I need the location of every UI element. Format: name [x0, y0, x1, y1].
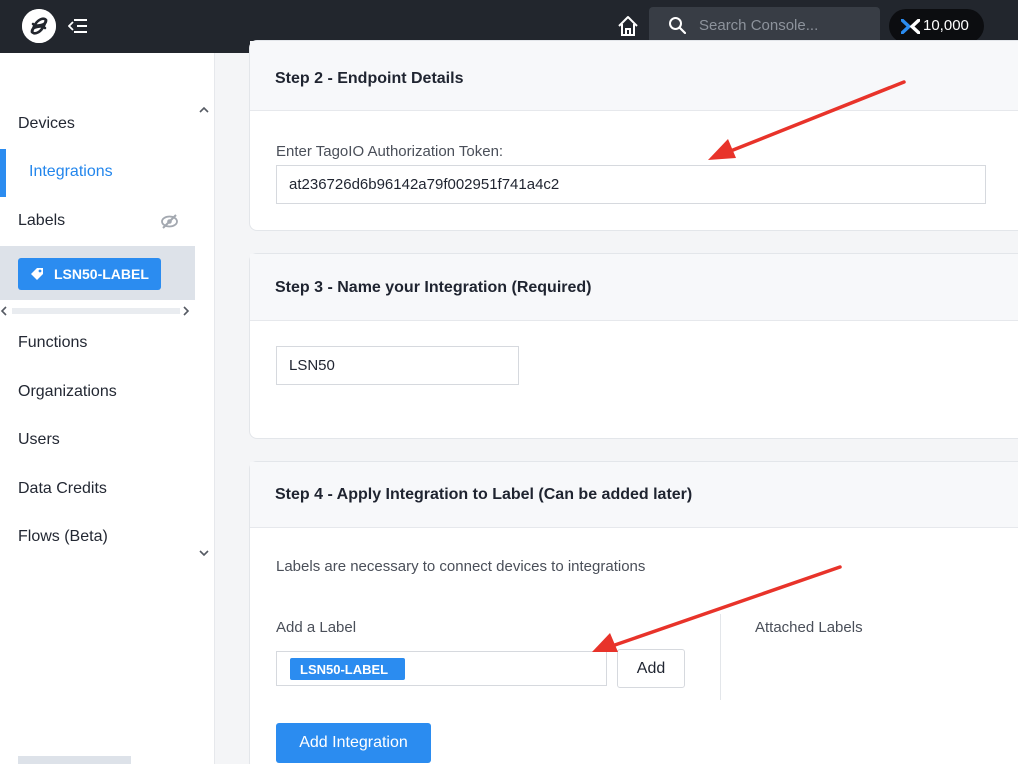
step2-title: Step 2 - Endpoint Details: [275, 70, 464, 87]
scroll-left-icon[interactable]: [0, 306, 8, 316]
tag-icon: [30, 267, 44, 281]
step3-card: Step 3 - Name your Integration (Required…: [249, 253, 1018, 439]
helium-logo-icon[interactable]: [22, 9, 56, 43]
menu-collapse-icon[interactable]: [67, 17, 88, 35]
active-indicator: [0, 149, 6, 197]
sidebar-item-data-credits[interactable]: Data Credits: [18, 480, 107, 498]
token-input[interactable]: [276, 165, 986, 204]
sidebar-item-integrations[interactable]: Integrations: [29, 163, 113, 181]
sidebar: Devices Integrations Labels LSN50-LABEL …: [0, 53, 215, 764]
eye-slash-icon[interactable]: [160, 212, 179, 231]
step2-header: Step 2 - Endpoint Details: [250, 41, 1018, 111]
scroll-track[interactable]: [12, 308, 180, 314]
labels-description: Labels are necessary to connect devices …: [276, 558, 646, 575]
label-chip-text: LSN50-LABEL: [54, 266, 149, 282]
search-bar[interactable]: [649, 7, 880, 44]
add-integration-button[interactable]: Add Integration: [276, 723, 431, 763]
sidebar-label-chip[interactable]: LSN50-LABEL: [18, 258, 161, 290]
selected-label-chip[interactable]: LSN50-LABEL: [290, 658, 405, 680]
integration-name-input[interactable]: [276, 346, 519, 385]
step4-card: Step 4 - Apply Integration to Label (Can…: [249, 461, 1018, 764]
horizontal-scrollbar[interactable]: [0, 302, 195, 320]
search-icon: [668, 16, 687, 35]
sidebar-footer-element: [18, 756, 131, 764]
step3-title: Step 3 - Name your Integration (Required…: [275, 279, 592, 296]
scroll-up-icon[interactable]: [198, 102, 210, 113]
sidebar-item-organizations[interactable]: Organizations: [18, 383, 117, 401]
step2-card: Step 2 - Endpoint Details Enter TagoIO A…: [249, 40, 1018, 231]
sidebar-item-functions[interactable]: Functions: [18, 334, 87, 352]
column-divider: [720, 614, 721, 700]
data-credits-value: 10,000: [923, 17, 969, 34]
step4-header: Step 4 - Apply Integration to Label (Can…: [250, 462, 1018, 528]
sidebar-item-flows[interactable]: Flows (Beta): [18, 528, 108, 546]
step4-title: Step 4 - Apply Integration to Label (Can…: [275, 486, 693, 503]
add-label-heading: Add a Label: [276, 619, 357, 636]
scroll-right-icon[interactable]: [182, 306, 190, 316]
scroll-down-icon[interactable]: [198, 545, 210, 557]
label-select[interactable]: LSN50-LABEL: [276, 651, 607, 686]
token-label: Enter TagoIO Authorization Token:: [276, 143, 504, 160]
step3-header: Step 3 - Name your Integration (Required…: [250, 254, 1018, 321]
data-credits-badge[interactable]: 10,000: [889, 9, 984, 43]
add-label-button[interactable]: Add: [617, 649, 685, 688]
home-icon[interactable]: [616, 14, 640, 38]
attached-labels-heading: Attached Labels: [755, 619, 863, 636]
search-input[interactable]: [699, 15, 869, 35]
sidebar-item-labels[interactable]: Labels: [18, 212, 65, 230]
sidebar-item-devices[interactable]: Devices: [18, 115, 75, 133]
sidebar-item-users[interactable]: Users: [18, 431, 60, 449]
data-credits-icon: [900, 18, 921, 35]
